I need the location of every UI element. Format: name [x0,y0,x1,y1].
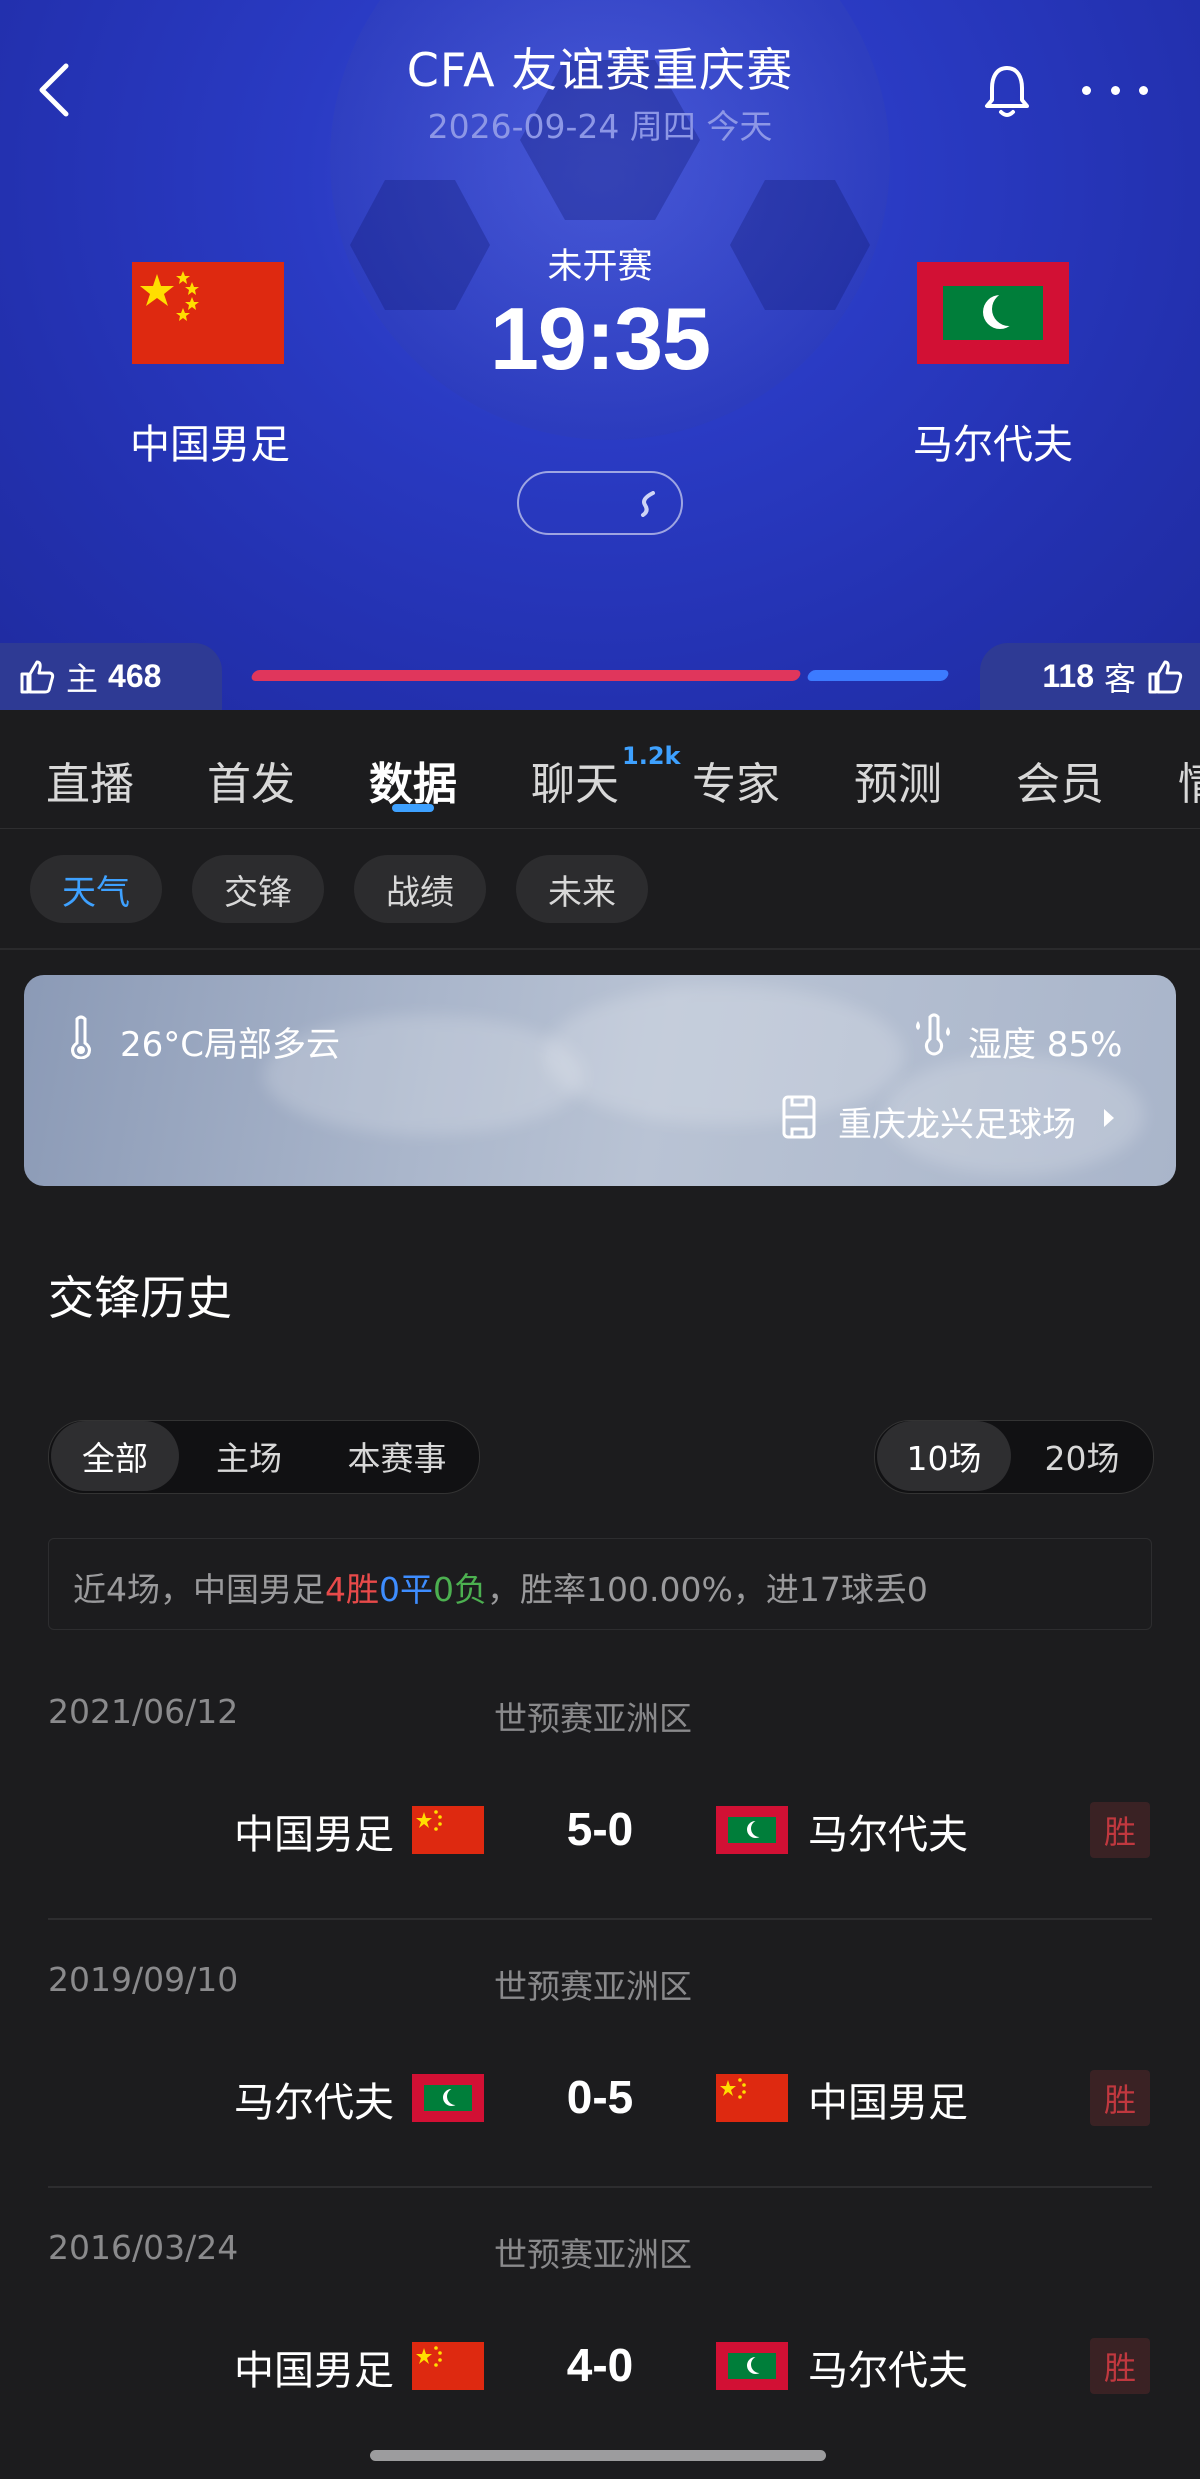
tab-chat[interactable]: 聊天 [531,748,619,812]
filter-all[interactable]: 全部 [51,1421,179,1491]
china-flag-icon [716,2074,788,2122]
history-summary: 近4场，中国男足4胜0平0负，胜率100.00%，进17球丢0 [48,1538,1152,1630]
match-date: 2021/06/12 [48,1692,239,1731]
caret-right-icon[interactable] [1102,1107,1116,1129]
away-vote-label: 客 [1103,659,1136,698]
china-flag-icon [412,2342,484,2390]
maldives-flag-icon [917,262,1069,364]
china-flag-icon [412,1806,484,1854]
away-vote-count: 118 [1042,658,1094,694]
filter-20-matches[interactable]: 20场 [1015,1421,1149,1491]
divider [48,1918,1152,1920]
thumbs-up-icon [20,660,55,693]
tab-data[interactable]: 数据 [369,748,457,812]
home-vote-label: 主 [66,659,99,698]
match-score: 4-0 [566,2339,634,2391]
match-score: 5-0 [566,1803,634,1855]
away-vote-bar [805,670,951,681]
active-tab-indicator [392,804,434,812]
home-vote[interactable]: 主 468 [0,643,222,710]
filter-this-competition[interactable]: 本赛事 [317,1421,477,1491]
weather-humidity: 湿度 85% [968,1025,1123,1065]
away-team-name[interactable]: 马尔代夫 [843,412,1143,470]
match-score: 0-5 [566,2071,634,2123]
stadium-icon [782,1095,816,1139]
filter-home[interactable]: 主场 [185,1421,313,1491]
tab-lineup[interactable]: 首发 [207,748,295,812]
home-vote-bar [249,670,803,681]
home-vote-count: 468 [108,658,162,694]
match-home-team: 马尔代夫 [234,2080,394,2126]
weather-temperature: 26°C局部多云 [120,1025,341,1065]
maldives-flag-icon [716,1806,788,1854]
weather-card: 26°C局部多云 湿度 85% 重庆龙兴足球场 [24,975,1176,1186]
filter-10-matches[interactable]: 10场 [877,1421,1011,1491]
venue-link[interactable]: 重庆龙兴足球场 [838,1097,1076,1146]
wins-count: 4胜 [325,1570,379,1609]
main-tabs: 直播 首发 数据 聊天 专家 预测 会员 情 [0,710,1200,829]
home-team-name[interactable]: 中国男足 [60,412,360,470]
subtab-head-to-head[interactable]: 交锋 [192,855,324,923]
maldives-flag-icon [412,2074,484,2122]
match-result-badge: 胜 [1090,1802,1150,1858]
tab-live[interactable]: 直播 [46,748,134,812]
home-indicator[interactable] [370,2450,826,2461]
match-date: 2016/03/24 [48,2228,239,2267]
thermometer-icon [71,1015,91,1059]
humidity-icon [916,1013,950,1056]
live-animation-button[interactable] [517,471,683,535]
subtab-upcoming[interactable]: 未来 [516,855,648,923]
losses-count: 0负 [433,1570,487,1609]
divider [0,948,1200,950]
subtab-weather[interactable]: 天气 [30,855,162,923]
venue-filter: 全部 主场 本赛事 [48,1420,480,1494]
subtab-record[interactable]: 战绩 [354,855,486,923]
match-away-team: 马尔代夫 [808,1812,968,1858]
away-vote[interactable]: 118 客 [980,643,1200,710]
match-away-team: 马尔代夫 [808,2348,968,2394]
match-home-team: 中国男足 [234,2348,394,2394]
match-result-badge: 胜 [1090,2338,1150,2394]
section-title-history: 交锋历史 [48,1271,232,1325]
match-date: 2026-09-24 周四 今天 [427,107,773,146]
match-result-badge: 胜 [1090,2070,1150,2126]
match-header: CFA 友谊赛重庆赛 2026-09-24 周四 今天 中国男足 未开赛 19:… [0,0,1200,710]
match-competition: 世预赛亚洲区 [494,1967,692,2006]
divider [48,2186,1152,2188]
match-title: CFA 友谊赛重庆赛 [406,43,794,97]
maldives-flag-icon [716,2342,788,2390]
match-competition: 世预赛亚洲区 [494,1699,692,1738]
match-away-team: 中国男足 [808,2080,968,2126]
tab-membership[interactable]: 会员 [1016,748,1104,812]
draws-count: 0平 [379,1570,433,1609]
match-date: 2019/09/10 [48,1960,239,1999]
thumbs-up-icon [1148,660,1183,693]
match-competition: 世预赛亚洲区 [494,2235,692,2274]
count-filter: 10场 20场 [874,1420,1154,1494]
swirl-icon [641,491,655,517]
chat-count-badge: 1.2k [622,742,681,770]
match-home-team: 中国男足 [234,1812,394,1858]
tab-experts[interactable]: 专家 [692,748,780,812]
tab-prediction[interactable]: 预测 [854,748,942,812]
tab-more[interactable]: 情 [1178,748,1200,812]
